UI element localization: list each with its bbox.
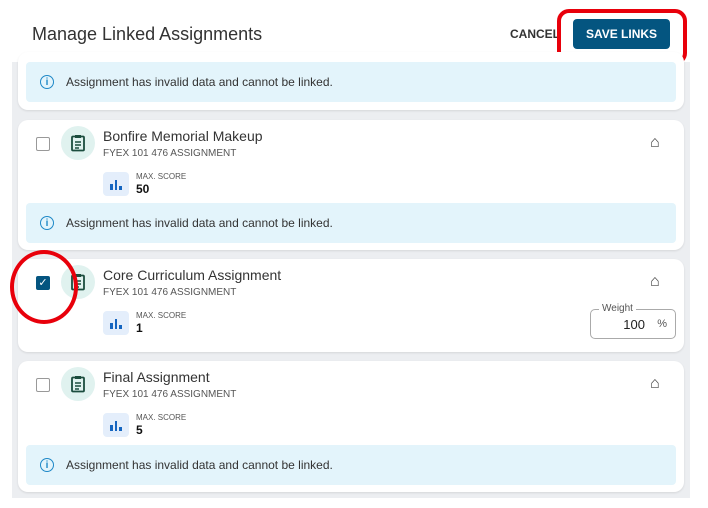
assignment-name: Core Curriculum Assignment bbox=[103, 267, 282, 283]
assignment-checkbox[interactable] bbox=[36, 378, 50, 392]
cancel-button[interactable]: CANCEL bbox=[510, 27, 560, 41]
bar-chart-icon bbox=[103, 172, 129, 196]
alert-text: Assignment has invalid data and cannot b… bbox=[66, 216, 333, 230]
max-score-value: 5 bbox=[136, 423, 143, 437]
assignment-card: ✓ Core Curriculum Assignment FYEX 101 47… bbox=[18, 259, 684, 352]
alert-text: Assignment has invalid data and cannot b… bbox=[66, 458, 333, 472]
assignment-subtitle: FYEX 101 476 ASSIGNMENT bbox=[103, 148, 237, 159]
home-icon[interactable]: ⌂ bbox=[650, 273, 660, 291]
assignment-card: Bonfire Memorial Makeup FYEX 101 476 ASS… bbox=[18, 120, 684, 250]
assignment-subtitle: FYEX 101 476 ASSIGNMENT bbox=[103, 389, 237, 400]
weight-unit: % bbox=[657, 318, 667, 330]
save-links-button[interactable]: SAVE LINKS bbox=[573, 19, 670, 49]
assignment-checkbox[interactable] bbox=[36, 137, 50, 151]
max-score-value: 50 bbox=[136, 182, 150, 196]
assignment-name: Final Assignment bbox=[103, 369, 210, 385]
weight-value: 100 bbox=[623, 317, 645, 332]
home-icon[interactable]: ⌂ bbox=[650, 134, 660, 152]
dialog-title: Manage Linked Assignments bbox=[32, 24, 263, 44]
max-score-value: 1 bbox=[136, 321, 143, 335]
home-icon[interactable]: ⌂ bbox=[650, 375, 660, 393]
weight-label: Weight bbox=[599, 303, 636, 314]
max-score-label: MAX. SCORE bbox=[136, 311, 187, 320]
weight-input[interactable]: Weight 100 % bbox=[590, 303, 676, 339]
bar-chart-icon bbox=[103, 413, 129, 437]
clipboard-icon bbox=[61, 126, 95, 160]
assignment-subtitle: FYEX 101 476 ASSIGNMENT bbox=[103, 287, 237, 298]
clipboard-icon bbox=[61, 367, 95, 401]
clipboard-icon bbox=[61, 265, 95, 299]
assignment-list[interactable]: i Assignment has invalid data and cannot… bbox=[12, 52, 690, 498]
alert-text: Assignment has invalid data and cannot b… bbox=[66, 75, 333, 89]
bar-chart-icon bbox=[103, 311, 129, 335]
info-icon: i bbox=[40, 75, 54, 89]
assignment-name: Bonfire Memorial Makeup bbox=[103, 128, 263, 144]
info-icon: i bbox=[40, 216, 54, 230]
invalid-alert: i Assignment has invalid data and cannot… bbox=[26, 203, 676, 243]
assignment-checkbox-checked[interactable]: ✓ bbox=[36, 276, 50, 290]
info-icon: i bbox=[40, 458, 54, 472]
max-score-label: MAX. SCORE bbox=[136, 413, 187, 422]
assignment-card: Final Assignment FYEX 101 476 ASSIGNMENT… bbox=[18, 361, 684, 492]
assignment-card-partial: i Assignment has invalid data and cannot… bbox=[18, 52, 684, 110]
max-score-label: MAX. SCORE bbox=[136, 172, 187, 181]
invalid-alert: i Assignment has invalid data and cannot… bbox=[26, 445, 676, 485]
invalid-alert: i Assignment has invalid data and cannot… bbox=[26, 62, 676, 102]
